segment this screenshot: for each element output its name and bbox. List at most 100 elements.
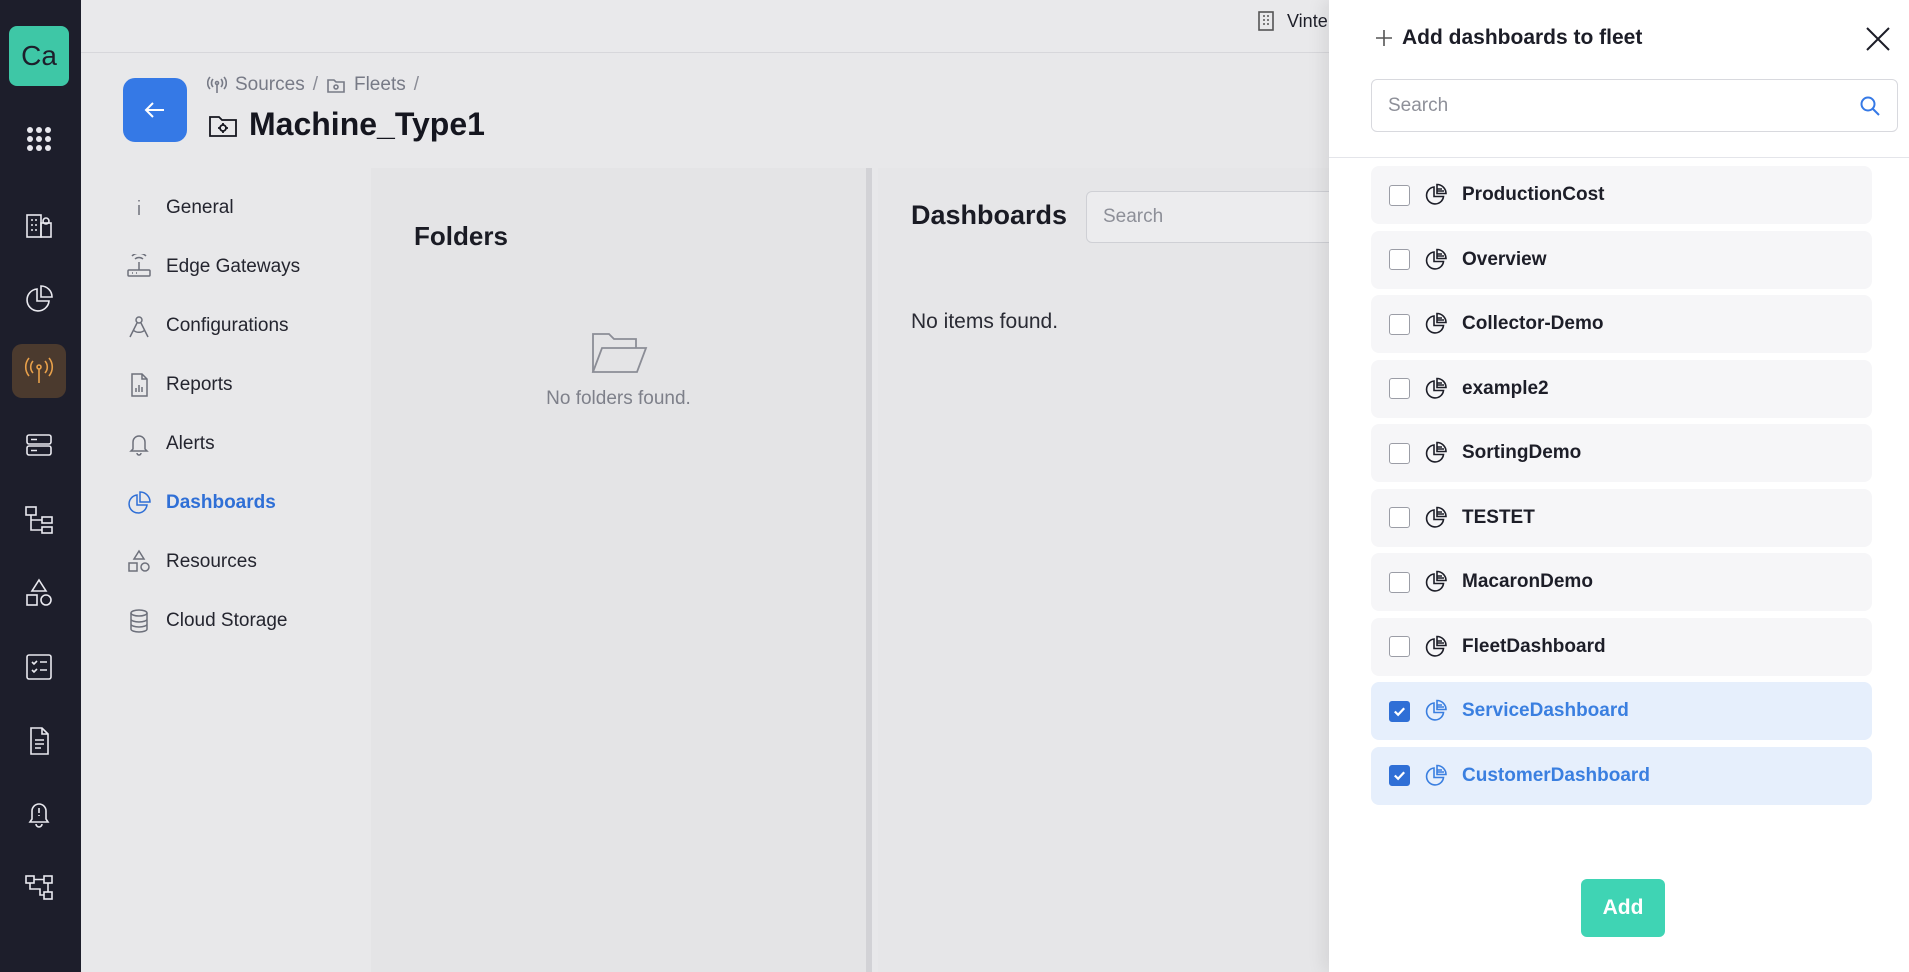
dashboard-list-item[interactable]: Overview [1371,230,1872,289]
side-nav: General Edge Gateways Configurations Rep… [126,178,356,650]
dashboard-checkbox[interactable] [1389,249,1410,270]
pie-chart-icon [1425,183,1447,205]
drawer-search [1371,79,1898,132]
pie-chart-icon [1425,441,1447,463]
dashboard-list-item[interactable]: Collector-Demo [1371,295,1872,353]
dashboard-label: ServiceDashboard [1462,700,1629,721]
folder-gear-icon [209,115,237,137]
sidebar-item-label: Configurations [166,314,289,336]
dashboard-list-item[interactable]: TESTET [1371,488,1872,547]
checklist-icon[interactable] [12,640,66,694]
dashboard-label: SortingDemo [1462,442,1582,463]
bell-alert-icon[interactable] [12,786,66,840]
page-title: Machine_Type1 [207,106,485,143]
drawer-header: Add dashboards to fleet [1329,0,1909,158]
pie-chart-icon [1425,312,1447,334]
add-dashboards-drawer: Add dashboards to fleet ProductionCost Ov… [1329,0,1909,972]
dashboard-label: CustomerDashboard [1462,764,1650,786]
org-name: Vinte [1287,10,1328,31]
drawer-search-input[interactable] [1388,94,1859,117]
antenna-icon[interactable] [12,344,66,398]
sidebar-item-label: Reports [166,373,233,395]
folder-gear-icon [327,79,345,93]
dashboard-list-item[interactable]: CustomerDashboard [1371,746,1872,805]
buildings-icon[interactable] [12,198,66,252]
arrow-left-icon [144,102,164,118]
back-button[interactable] [123,78,187,142]
plus-icon [1376,30,1392,46]
building-icon [1258,11,1274,31]
document-icon[interactable] [12,714,66,768]
folders-title: Folders [414,221,508,251]
sidebar-item-general[interactable]: General [126,178,356,237]
page-title-text: Machine_Type1 [249,106,485,142]
sidebar-item-label: Alerts [166,432,215,454]
info-icon [138,199,140,215]
folder-open-icon [591,333,647,373]
pie-chart-icon [128,490,151,514]
breadcrumb-separator: / [413,74,420,95]
app-logo[interactable]: Ca [9,26,69,86]
sidebar-item-label: Resources [166,550,257,572]
sidebar-item-label: General [166,196,234,218]
network-icon[interactable] [12,860,66,914]
close-button[interactable] [1863,24,1893,54]
pie-chart-icon [1425,570,1447,592]
dashboard-list: ProductionCost Overview Collector-Demo exam… [1371,166,1872,811]
pie-chart-icon [1425,764,1447,786]
dashboard-checkbox[interactable] [1389,313,1410,335]
dashboard-label: ProductionCost [1462,184,1605,205]
dashboard-label: Collector-Demo [1462,313,1604,334]
close-icon [1866,27,1890,51]
dashboard-list-item[interactable]: FleetDashboard [1371,617,1872,676]
compass-icon [129,315,149,337]
add-button[interactable]: Add [1581,879,1665,937]
sidebar-item-alerts[interactable]: Alerts [126,414,356,473]
dashboard-label: MacaronDemo [1462,571,1593,592]
sidebar-item-reports[interactable]: Reports [126,355,356,414]
sidebar-item-label: Cloud Storage [166,609,288,631]
dashboard-checkbox[interactable] [1389,765,1410,786]
dashboard-list-item[interactable]: ServiceDashboard [1371,682,1872,740]
dashboard-list-item[interactable]: MacaronDemo [1371,553,1872,611]
hierarchy-icon[interactable] [12,492,66,546]
sidebar-item-configurations[interactable]: Configurations [126,296,356,355]
sidebar-item-edge-gateways[interactable]: Edge Gateways [126,237,356,296]
pie-chart-icon [1425,699,1447,721]
dashboard-label: FleetDashboard [1462,635,1606,657]
breadcrumb-separator: / [312,74,318,95]
dashboard-checkbox[interactable] [1389,442,1410,464]
dashboard-checkbox[interactable] [1389,507,1410,528]
pie-chart-icon[interactable] [12,272,66,326]
dashboard-checkbox[interactable] [1389,184,1410,206]
dashboard-label: Overview [1462,248,1547,270]
dashboard-checkbox[interactable] [1389,571,1410,593]
pie-chart-icon [1425,506,1447,528]
bell-icon [129,434,149,456]
shapes-icon [128,549,150,572]
dashboard-checkbox[interactable] [1389,636,1410,657]
dashboard-checkbox[interactable] [1389,700,1410,722]
dashboard-checkbox[interactable] [1389,378,1410,399]
shapes-icon[interactable] [12,566,66,620]
breadcrumb-sources[interactable]: Sources [235,74,305,96]
breadcrumb-fleets[interactable]: Fleets [354,74,406,96]
dashboard-label: example2 [1462,377,1549,399]
server-icon[interactable] [12,418,66,472]
sidebar-item-dashboards[interactable]: Dashboards [126,473,356,532]
dashboard-list-item[interactable]: SortingDemo [1371,424,1872,482]
dashboard-label: TESTET [1462,506,1535,528]
dashboard-list-item[interactable]: example2 [1371,359,1872,418]
search-icon[interactable] [1859,95,1881,117]
sidebar-item-label: Edge Gateways [166,255,301,277]
database-icon [130,608,148,633]
sidebar-item-cloud-storage[interactable]: Cloud Storage [126,591,356,650]
drawer-title-text: Add dashboards to fleet [1402,26,1643,49]
report-icon [131,372,148,397]
dashboards-empty-text: No items found. [911,310,1059,333]
org-selector[interactable]: Vinte [1255,10,1328,32]
dashboard-list-item[interactable]: ProductionCost [1371,166,1872,224]
left-rail: Ca [0,0,81,972]
apps-grid-icon[interactable] [12,112,66,166]
sidebar-item-resources[interactable]: Resources [126,532,356,591]
